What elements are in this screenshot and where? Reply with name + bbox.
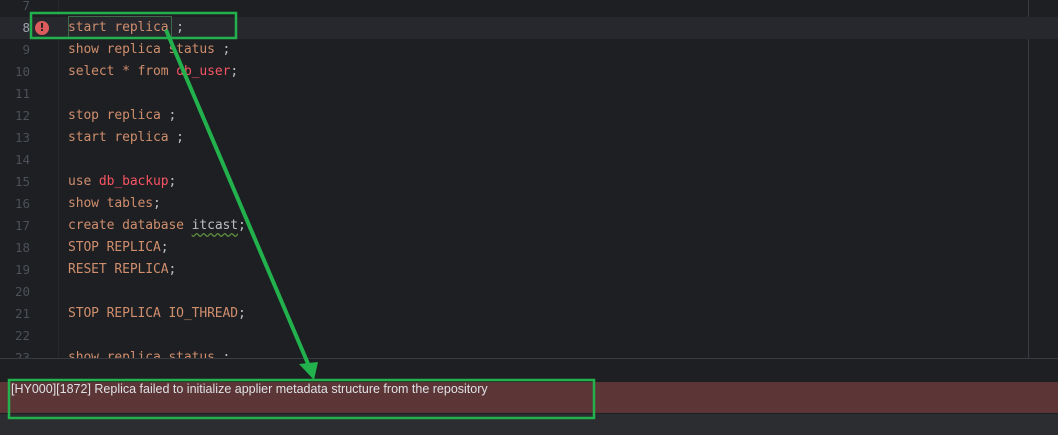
code-line[interactable]: 9 show replica status ;	[0, 39, 1058, 61]
punctuation-token	[114, 64, 122, 79]
code-line[interactable]: 18 STOP REPLICA;	[0, 237, 1058, 259]
line-number[interactable]: 19	[0, 259, 30, 281]
punctuation-token: ;	[238, 306, 246, 321]
line-number[interactable]: 15	[0, 171, 30, 193]
punctuation-token: ;	[238, 218, 246, 233]
line-number[interactable]: 21	[0, 303, 30, 325]
code-line[interactable]: 20	[0, 281, 1058, 303]
code-line[interactable]: 13 start replica ;	[0, 127, 1058, 149]
keyword-token: use	[68, 174, 92, 189]
punctuation-token: ;	[214, 350, 231, 358]
code-text: RESET REPLICA;	[68, 259, 176, 281]
code-text: STOP REPLICA;	[68, 237, 169, 259]
code-line[interactable]: 21 STOP REPLICA IO_THREAD;	[0, 303, 1058, 325]
annotation-arrowhead	[299, 362, 318, 380]
keyword-token: from	[137, 64, 169, 79]
keyword-token: create database	[68, 218, 184, 233]
punctuation-token: ;	[160, 108, 177, 123]
keyword-token: start replica	[68, 130, 169, 145]
identifier-token: db_user	[176, 64, 231, 79]
code-line[interactable]: 7	[0, 0, 1058, 17]
keyword-token: *	[122, 64, 130, 79]
line-number[interactable]: 17	[0, 215, 30, 237]
keyword-token: show replica status	[68, 42, 215, 57]
error-message: [HY000][1872] Replica failed to initiali…	[11, 382, 488, 396]
code-line[interactable]: 23 show replica status ;	[0, 347, 1058, 358]
punctuation-token	[130, 64, 138, 79]
code-text: STOP REPLICA IO_THREAD;	[68, 303, 246, 325]
punctuation-token: ;	[153, 196, 161, 211]
code-line[interactable]: 19 RESET REPLICA;	[0, 259, 1058, 281]
code-line[interactable]: 10 select * from db_user;	[0, 61, 1058, 83]
keyword-token: STOP REPLICA	[68, 240, 161, 255]
code-line[interactable]: 16 show tables;	[0, 193, 1058, 215]
line-number[interactable]: 22	[0, 325, 30, 347]
warning-token: itcast	[191, 218, 239, 233]
punctuation-token	[91, 174, 99, 189]
code-line[interactable]: 22	[0, 325, 1058, 347]
panel-divider[interactable]	[0, 358, 1058, 359]
keyword-token: show replica status	[68, 350, 215, 358]
code-line[interactable]: 14	[0, 149, 1058, 171]
error-icon[interactable]: !	[35, 21, 49, 35]
keyword-token: show tables	[68, 196, 153, 211]
code-text: show replica status ;	[68, 39, 230, 61]
selected-text-highlight	[68, 16, 172, 38]
code-line[interactable]: 17 create database itcast;	[0, 215, 1058, 237]
code-text: show tables;	[68, 193, 161, 215]
code-text: select * from db_user;	[68, 61, 238, 83]
code-text: start replica ;	[68, 127, 184, 149]
line-number[interactable]: 11	[0, 83, 30, 105]
code-line[interactable]: 12 stop replica ;	[0, 105, 1058, 127]
error-notification[interactable]: [HY000][1872] Replica failed to initiali…	[0, 382, 1058, 413]
punctuation-token	[184, 218, 192, 233]
punctuation-token: ;	[230, 64, 239, 79]
line-number[interactable]: 8	[0, 17, 30, 39]
code-text: stop replica ;	[68, 105, 176, 127]
line-number[interactable]: 14	[0, 149, 30, 171]
punctuation-token: ;	[168, 174, 177, 189]
line-number[interactable]: 9	[0, 39, 30, 61]
line-number[interactable]: 7	[0, 0, 30, 17]
line-number[interactable]: 16	[0, 193, 30, 215]
identifier-token: db_backup	[98, 174, 169, 189]
line-number[interactable]: 10	[0, 61, 30, 83]
line-number[interactable]: 18	[0, 237, 30, 259]
keyword-token: stop replica	[68, 108, 161, 123]
keyword-token: STOP REPLICA IO_THREAD	[68, 306, 238, 321]
keyword-token: RESET REPLICA	[68, 262, 169, 277]
line-number[interactable]: 12	[0, 105, 30, 127]
status-bar	[0, 414, 1058, 435]
code-line[interactable]: 11	[0, 83, 1058, 105]
code-text: show replica status ;	[68, 347, 230, 358]
line-number[interactable]: 23	[0, 347, 30, 358]
line-number[interactable]: 13	[0, 127, 30, 149]
code-text: use db_backup;	[68, 171, 176, 193]
code-editor[interactable]: 7 8! start replica ; 9 show replica status ;…	[0, 0, 1058, 358]
punctuation-token: ;	[168, 130, 184, 145]
code-line[interactable]: 15 use db_backup;	[0, 171, 1058, 193]
line-number[interactable]: 20	[0, 281, 30, 303]
code-text: create database itcast;	[68, 215, 246, 237]
keyword-token: select	[68, 64, 115, 79]
punctuation-token: ;	[168, 262, 177, 277]
punctuation-token: ;	[214, 42, 231, 57]
punctuation-token: ;	[160, 240, 169, 255]
